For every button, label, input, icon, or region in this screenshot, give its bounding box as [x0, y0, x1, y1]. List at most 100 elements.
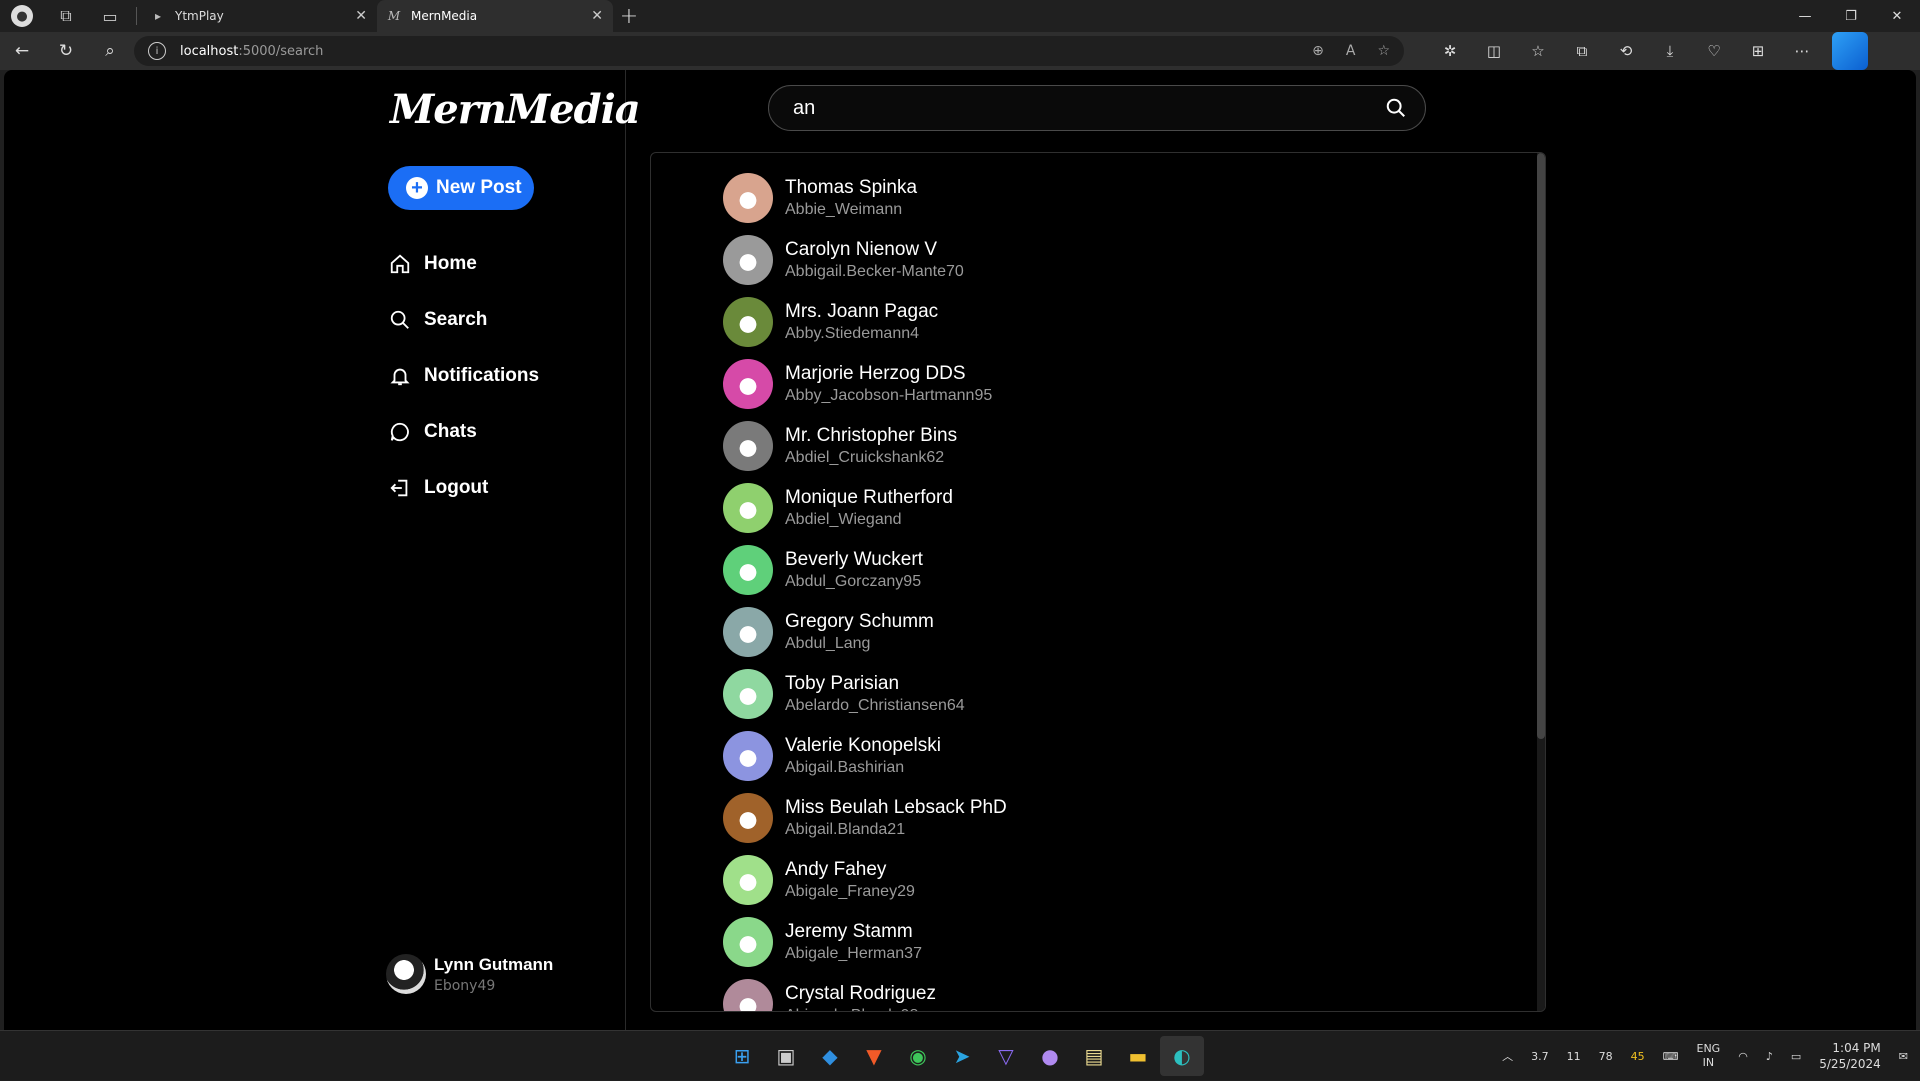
list-item[interactable]: Monique Rutherford Abdiel_Wiegand — [723, 477, 1007, 539]
close-window-icon[interactable]: ✕ — [1874, 0, 1920, 32]
refresh-icon[interactable]: ↻ — [44, 32, 88, 70]
avatar — [723, 855, 773, 905]
results-list: Thomas Spinka Abbie_Weimann Carolyn Nienow… — [723, 167, 1007, 1011]
nav-search[interactable]: Search — [388, 292, 539, 348]
search-web-icon[interactable]: ⌕ — [88, 32, 132, 70]
zoom-icon[interactable]: ⊕ — [1312, 43, 1324, 59]
system-tray: ︿ 3.7 11 78 45 ⌨ ENG IN ◠ ♪ ▭ 1:04 PM 5/… — [1502, 1031, 1908, 1081]
keyboard-icon[interactable]: ⌨ — [1663, 1050, 1679, 1063]
new-tab-button[interactable]: + — [613, 0, 645, 32]
url-bar[interactable]: i localhost:5000/search ⊕ A ☆ — [134, 36, 1404, 66]
restore-icon[interactable]: ❐ — [1828, 0, 1874, 32]
wifi-icon[interactable]: ◠ — [1738, 1050, 1748, 1063]
result-username: Abigale_Franey29 — [785, 883, 915, 900]
search-icon — [388, 308, 412, 332]
windows-start-icon[interactable]: ⊞ — [720, 1036, 764, 1076]
nav-chats[interactable]: Chats — [388, 404, 539, 460]
avatar — [723, 917, 773, 967]
list-item[interactable]: Andy Fahey Abigale_Franey29 — [723, 849, 1007, 911]
result-name: Carolyn Nienow V — [785, 239, 938, 260]
brave-icon[interactable]: ▼ — [852, 1036, 896, 1076]
list-item[interactable]: Gregory Schumm Abdul_Lang — [723, 601, 1007, 663]
notepad-icon[interactable]: ▤ — [1072, 1036, 1116, 1076]
home-icon — [388, 252, 412, 276]
tab-mernmedia[interactable]: M MernMedia ✕ — [377, 0, 613, 32]
search-bar — [768, 85, 1426, 131]
app-logo[interactable]: MernMedia — [390, 86, 641, 133]
tab-ytmplay[interactable]: ▸ YtmPlay ✕ — [141, 0, 377, 32]
clock[interactable]: 1:04 PM 5/25/2024 — [1819, 1040, 1881, 1072]
language-indicator[interactable]: ENG IN — [1697, 1042, 1721, 1070]
nav-notifications[interactable]: Notifications — [388, 348, 539, 404]
list-item[interactable]: Jeremy Stamm Abigale_Herman37 — [723, 911, 1007, 973]
sidebar-nav: Home Search Notifications Chats Logout — [388, 236, 539, 516]
downloads-icon[interactable]: ⤓ — [1648, 32, 1692, 70]
list-item[interactable]: Carolyn Nienow V Abbigail.Becker-Mante70 — [723, 229, 1007, 291]
extensions-icon[interactable]: ✲ — [1428, 32, 1472, 70]
results-scrollbar[interactable] — [1537, 153, 1545, 1011]
collections-icon[interactable]: ⧉ — [1560, 32, 1604, 70]
result-name: Mr. Christopher Bins — [785, 425, 958, 446]
current-user[interactable]: Lynn Gutmann Ebony49 — [386, 954, 553, 994]
ytmplay-favicon-icon: ▸ — [154, 9, 162, 23]
nav-home[interactable]: Home — [388, 236, 539, 292]
list-item[interactable]: Mrs. Joann Pagac Abby.Stiedemann4 — [723, 291, 1007, 353]
minimize-icon[interactable]: — — [1782, 0, 1828, 32]
scrollbar-thumb[interactable] — [1537, 153, 1545, 739]
back-icon[interactable]: ← — [0, 32, 44, 70]
telegram-icon[interactable]: ➤ — [940, 1036, 984, 1076]
copilot-button[interactable] — [1824, 32, 1868, 70]
notification-icon[interactable]: ✉ — [1899, 1050, 1908, 1063]
whatsapp-icon[interactable]: ◉ — [896, 1036, 940, 1076]
list-item[interactable]: Miss Beulah Lebsack PhD Abigail.Blanda21 — [723, 787, 1007, 849]
address-toolbar: ← ↻ ⌕ i localhost:5000/search ⊕ A ☆ ✲ ◫ … — [0, 32, 1920, 70]
nav-logout[interactable]: Logout — [388, 460, 539, 516]
file-explorer-icon[interactable]: ▬ — [1116, 1036, 1160, 1076]
close-tab-icon[interactable]: ✕ — [355, 8, 367, 24]
github-icon[interactable]: ● — [1028, 1036, 1072, 1076]
list-item[interactable]: Crystal Rodriguez Abigayle.Blanda98 — [723, 973, 1007, 1011]
search-results: Thomas Spinka Abbie_Weimann Carolyn Nienow… — [650, 152, 1546, 1012]
list-item[interactable]: Valerie Konopelski Abigail.Bashirian — [723, 725, 1007, 787]
performance-icon[interactable]: ♡ — [1692, 32, 1736, 70]
result-username: Abigail.Blanda21 — [785, 821, 906, 838]
avatar — [723, 483, 773, 533]
split-screen-icon[interactable]: ◫ — [1472, 32, 1516, 70]
current-user-name: Lynn Gutmann — [434, 954, 554, 974]
result-username: Abby.Stiedemann4 — [785, 325, 920, 342]
vscode-icon[interactable]: ◆ — [808, 1036, 852, 1076]
result-username: Abigale_Herman37 — [785, 945, 922, 962]
terminal-icon[interactable]: ▣ — [764, 1036, 808, 1076]
mernmedia-favicon-icon: M — [387, 9, 401, 23]
result-name: Marjorie Herzog DDS — [785, 363, 966, 384]
result-username: Abdiel_Cruickshank62 — [785, 449, 945, 466]
read-aloud-icon[interactable]: A — [1346, 43, 1356, 59]
profile-button[interactable]: ● — [0, 0, 44, 32]
favorite-star-icon[interactable]: ☆ — [1377, 43, 1390, 59]
result-username: Abelardo_Christiansen64 — [785, 697, 965, 714]
close-tab-icon[interactable]: ✕ — [591, 8, 603, 24]
result-name: Monique Rutherford — [785, 487, 953, 508]
volume-icon[interactable]: ♪ — [1766, 1050, 1773, 1063]
search-icon[interactable] — [1385, 97, 1407, 119]
list-item[interactable]: Marjorie Herzog DDS Abby_Jacobson-Hartman… — [723, 353, 1007, 415]
history-icon[interactable]: ⟲ — [1604, 32, 1648, 70]
favorites-icon[interactable]: ☆ — [1516, 32, 1560, 70]
site-info-icon[interactable]: i — [148, 42, 166, 60]
list-item[interactable]: Mr. Christopher Bins Abdiel_Cruickshank62 — [723, 415, 1007, 477]
more-icon[interactable]: ⋯ — [1780, 32, 1824, 70]
result-username: Abbigail.Becker-Mante70 — [785, 263, 964, 280]
workspaces-icon[interactable]: ⧉ — [44, 0, 88, 32]
edge-icon[interactable]: ◐ — [1160, 1036, 1204, 1076]
new-post-button[interactable]: + New Post — [388, 166, 534, 210]
battery-icon[interactable]: ▭ — [1791, 1050, 1801, 1063]
apps-icon[interactable]: ⊞ — [1736, 32, 1780, 70]
url-path: :5000/search — [238, 43, 324, 59]
list-item[interactable]: Toby Parisian Abelardo_Christiansen64 — [723, 663, 1007, 725]
search-input[interactable] — [793, 96, 1385, 120]
chevron-up-icon[interactable]: ︿ — [1502, 1048, 1513, 1064]
proton-vpn-icon[interactable]: ▽ — [984, 1036, 1028, 1076]
list-item[interactable]: Beverly Wuckert Abdul_Gorczany95 — [723, 539, 1007, 601]
vertical-tabs-icon[interactable]: ▭ — [88, 0, 132, 32]
list-item[interactable]: Thomas Spinka Abbie_Weimann — [723, 167, 1007, 229]
